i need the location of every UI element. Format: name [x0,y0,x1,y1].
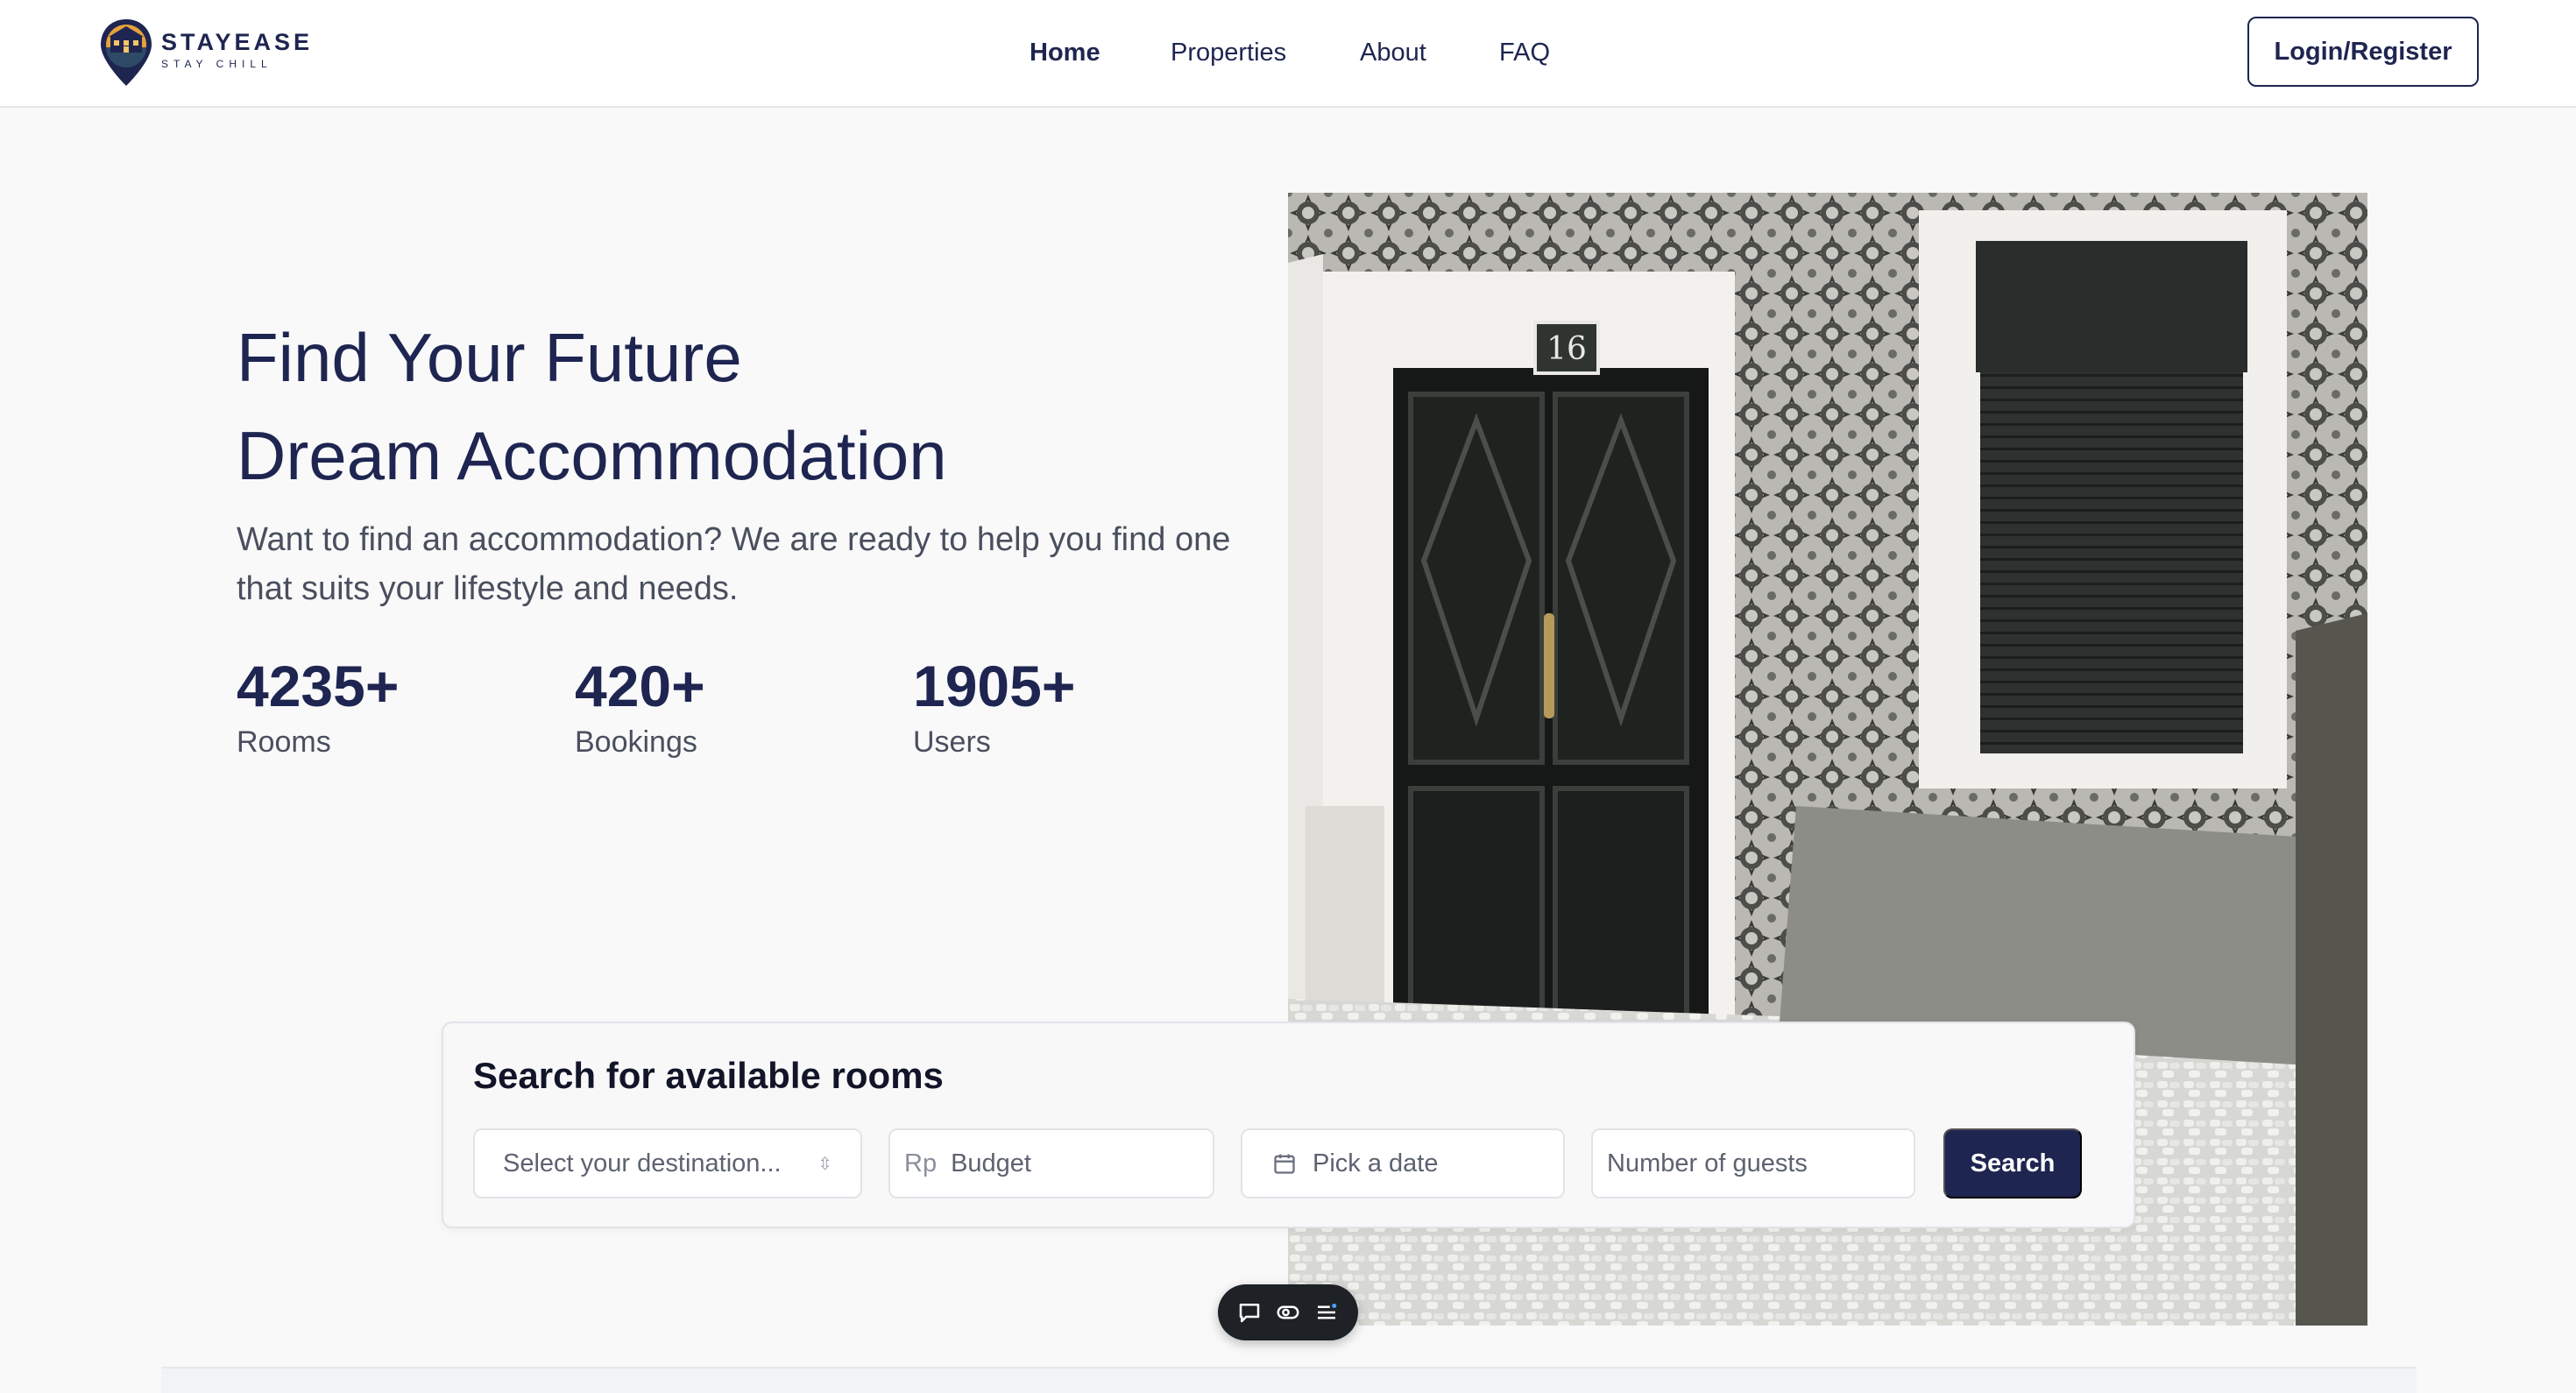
date-picker[interactable]: Pick a date [1241,1128,1565,1199]
destination-placeholder: Select your destination... [503,1149,782,1177]
stat-users: 1905+ Users [913,650,1075,762]
stat-label: Rooms [237,725,331,759]
budget-placeholder: Budget [951,1149,1031,1177]
top-navbar: STAYEASE STAY CHILL Home Properties Abou… [0,0,2576,108]
stat-value: 420+ [575,654,705,718]
nav-link-faq[interactable]: FAQ [1499,35,1550,70]
floating-dev-toolbar [1218,1284,1358,1340]
chat-bubble-icon[interactable] [1236,1299,1263,1326]
nav-link-about[interactable]: About [1360,35,1426,70]
budget-input[interactable]: Rp Budget [888,1128,1214,1199]
date-placeholder: Pick a date [1313,1149,1439,1177]
calendar-icon [1274,1154,1295,1174]
search-card: Search for available rooms Select your d… [442,1022,2135,1228]
guests-placeholder: Number of guests [1607,1149,1808,1177]
login-register-button[interactable]: Login/Register [2247,17,2479,87]
guests-input[interactable]: Number of guests [1591,1128,1915,1199]
list-menu-icon[interactable] [1313,1299,1340,1326]
chevron-up-down-icon: ⇳ [817,1154,832,1174]
stat-label: Users [913,725,991,759]
stat-value: 1905+ [913,654,1076,718]
stat-bookings: 420+ Bookings [575,650,705,762]
svg-text:16: 16 [1546,331,1587,367]
hero-title-line-2: Dream Accommodation [237,417,947,494]
currency-prefix: Rp [904,1149,938,1177]
hero-subtitle: Want to find an accommodation? We are re… [237,521,1231,607]
stat-value: 4235+ [237,654,400,718]
stat-label: Bookings [575,725,697,759]
nav-link-properties[interactable]: Properties [1171,35,1286,70]
next-section-edge [161,1367,2417,1393]
stat-rooms: 4235+ Rooms [237,650,399,762]
destination-select[interactable]: Select your destination... ⇳ [473,1128,862,1199]
search-card-title: Search for available rooms [473,1055,944,1096]
main-nav: Home Properties About FAQ [0,35,2576,70]
hero-title: Find Your Future Dream Accommodation [237,308,1244,505]
search-button[interactable]: Search [1943,1128,2082,1199]
nav-link-home[interactable]: Home [1030,35,1100,70]
hero-title-line-1: Find Your Future [237,319,742,396]
eye-toggle-icon[interactable] [1275,1299,1301,1326]
